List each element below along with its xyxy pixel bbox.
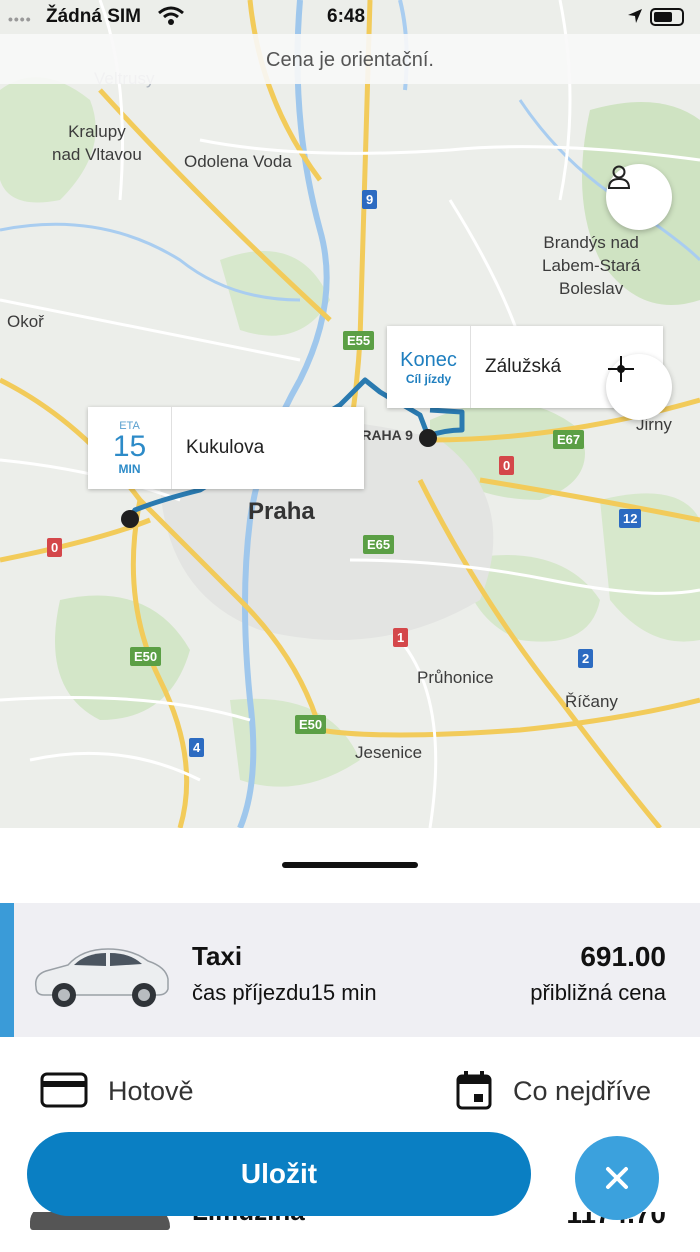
road-shield-9: 9: [362, 190, 378, 209]
map-label-kralupy: Kralupy nad Vltavou: [52, 122, 142, 164]
crosshair-icon: [608, 356, 634, 382]
options-row: Hotově Co nejdříve: [0, 1068, 700, 1114]
close-button[interactable]: [575, 1136, 659, 1220]
destination-badge: Konec Cíl jízdy: [387, 326, 471, 408]
start-pin[interactable]: [121, 510, 139, 528]
calendar-icon: [456, 1071, 492, 1110]
map-view[interactable]: Veltrusy Kralupy nad Vltavou Odolena Vod…: [0, 0, 700, 828]
road-shield-2: 2: [578, 649, 594, 668]
destination-subtitle: Cíl jízdy: [405, 371, 452, 386]
eta-value: 15: [112, 430, 147, 463]
locate-button[interactable]: [606, 354, 672, 420]
clock: 6:48: [327, 6, 366, 27]
ride-option-name: Taxi: [192, 941, 243, 971]
road-shield-e50-west: E50: [130, 647, 162, 666]
map-label-pruhonice: Průhonice: [417, 668, 494, 687]
ride-option-price: 691.00: [580, 941, 666, 972]
eta-unit: MIN: [118, 462, 141, 476]
end-pin[interactable]: [419, 429, 437, 447]
eta-badge: ETA 15 MIN: [88, 407, 172, 489]
road-shield-4: 4: [189, 738, 205, 757]
road-shield-e50-south: E50: [295, 715, 327, 734]
pickup-card[interactable]: ETA 15 MIN Kukulova: [88, 407, 364, 489]
location-arrow-icon: [628, 9, 642, 23]
road-shield-e65: E65: [363, 535, 395, 554]
profile-button[interactable]: [606, 164, 672, 230]
road-shield-e55: E55: [343, 331, 375, 350]
map-label-odolena: Odolena Voda: [184, 152, 292, 171]
road-shield-e67: E67: [553, 430, 585, 449]
pickup-place: Kukulova: [186, 437, 265, 458]
credit-card-icon: [40, 1072, 88, 1108]
map-label-jesenice: Jesenice: [355, 743, 423, 762]
road-shield-0-east: 0: [499, 456, 515, 475]
ride-option-price-label: přibližná cena: [530, 980, 666, 1005]
road-shield-0-west: 0: [47, 538, 63, 557]
battery-icon: [650, 8, 684, 26]
destination-title: Konec: [400, 348, 457, 371]
bottom-sheet: Taxi čas příjezdu15 min 691.00 přibližná…: [0, 828, 700, 1244]
status-bar: •••• Žádná SIM 6:48: [0, 0, 700, 34]
ride-option-taxi[interactable]: Taxi čas příjezdu15 min 691.00 přibližná…: [0, 903, 700, 1037]
signal-icon: ••••: [8, 11, 32, 27]
price-notice: Cena je orientační.: [0, 34, 700, 84]
road-shield-12: 12: [619, 509, 642, 528]
map-label-okor: Okoř: [7, 312, 44, 331]
selected-indicator: [0, 903, 14, 1037]
road-shield-1: 1: [393, 628, 409, 647]
map-label-brandys: Brandýs nad Labem-Stará Boleslav: [542, 233, 641, 298]
car-icon: [34, 948, 169, 1007]
payment-method[interactable]: Hotově: [108, 1076, 194, 1107]
carrier-label: Žádná SIM: [46, 6, 142, 27]
sheet-handle[interactable]: [282, 862, 418, 868]
ride-option-eta: čas příjezdu15 min: [192, 980, 377, 1005]
save-button[interactable]: Uložit: [27, 1132, 531, 1216]
pickup-time[interactable]: Co nejdříve: [513, 1076, 651, 1107]
destination-place: Zálužská: [485, 356, 562, 377]
map-label-praha: Praha: [248, 498, 315, 525]
wifi-icon: [158, 6, 184, 25]
close-icon: [606, 1167, 628, 1189]
map-label-ricany: Říčany: [565, 692, 618, 711]
person-icon: [607, 165, 631, 189]
ride-option-limousine[interactable]: Limuzína 1174.70: [0, 1212, 700, 1252]
